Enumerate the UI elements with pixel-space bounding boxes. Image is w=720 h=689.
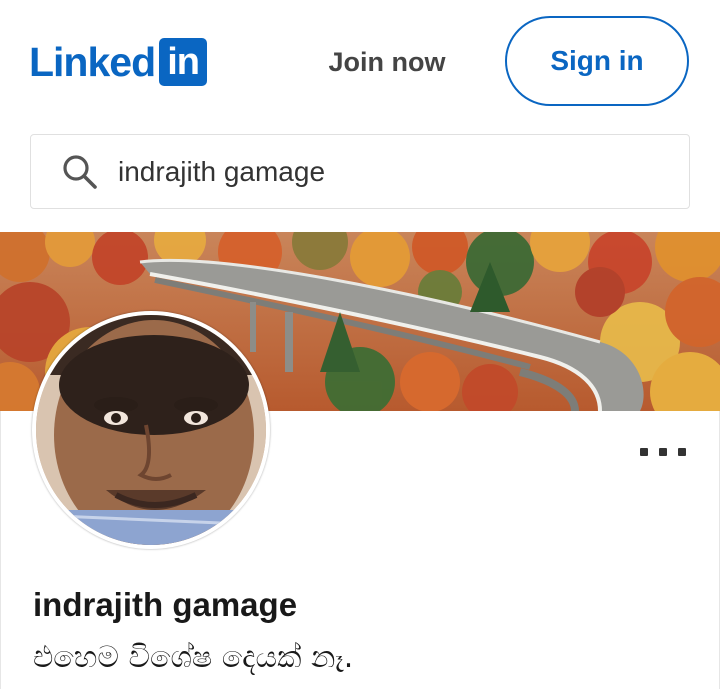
sign-in-button[interactable]: Sign in bbox=[505, 16, 689, 106]
profile-photo[interactable] bbox=[32, 311, 270, 549]
dot bbox=[659, 448, 667, 456]
dot bbox=[678, 448, 686, 456]
profile-headline: එහෙම විශේෂ දෙයක් නෑ. bbox=[33, 640, 354, 675]
search-input[interactable]: indrajith gamage bbox=[118, 135, 325, 208]
search-icon bbox=[63, 155, 97, 189]
dot bbox=[640, 448, 648, 456]
top-nav: Linked in Join now Sign in bbox=[0, 0, 720, 125]
linkedin-logo[interactable]: Linked in bbox=[29, 37, 208, 87]
profile-name: indrajith gamage bbox=[33, 586, 298, 623]
more-options-icon[interactable] bbox=[640, 440, 686, 464]
logo-in-box: in bbox=[159, 38, 208, 86]
search-bar[interactable]: indrajith gamage bbox=[30, 134, 690, 209]
join-now-link[interactable]: Join now bbox=[316, 37, 458, 87]
logo-wordmark: Linked bbox=[29, 39, 156, 85]
profile-photo-image bbox=[36, 315, 266, 545]
